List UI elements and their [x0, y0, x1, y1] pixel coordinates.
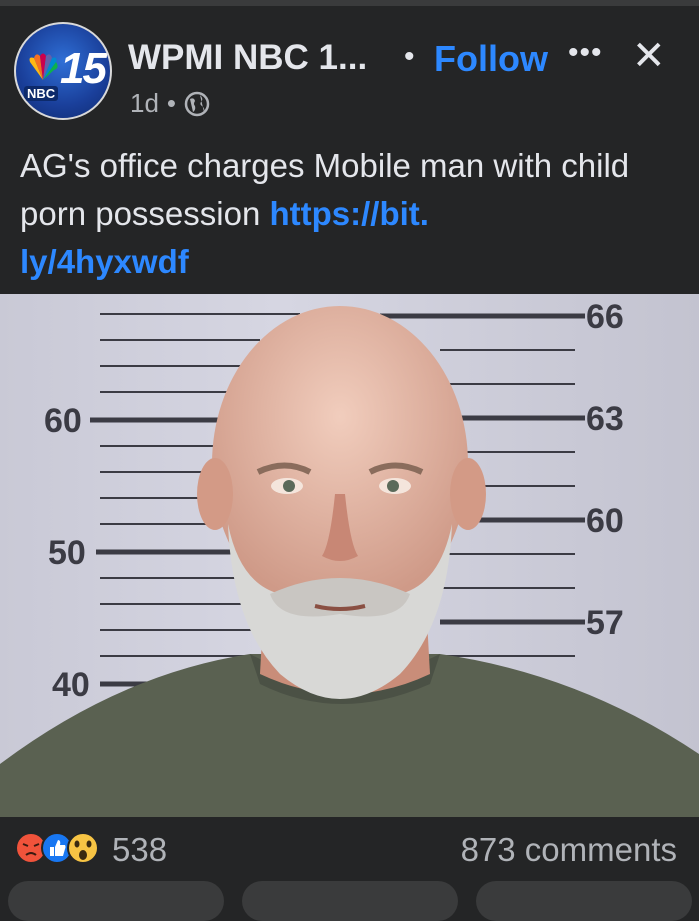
follow-button[interactable]: Follow — [434, 38, 548, 80]
post-time[interactable]: 1d — [130, 88, 159, 119]
scale-left-60: 60 — [44, 402, 82, 440]
reaction-icons[interactable] — [14, 831, 104, 865]
post-photo[interactable]: 60 50 40 66 63 60 57 54 — [0, 294, 699, 817]
meta-separator: • — [166, 88, 177, 118]
scale-right-66: 66 — [586, 298, 624, 336]
scale-left-50: 50 — [48, 534, 86, 572]
post-header: 15 NBC WPMI NBC 1... • Follow ••• ✕ 1d • — [0, 6, 699, 136]
scale-left-40: 40 — [52, 666, 90, 704]
avatar-number: 15 — [60, 44, 107, 93]
avatar-network: NBC — [24, 86, 59, 101]
nbc-peacock-icon — [29, 53, 58, 80]
action-bar — [0, 877, 699, 921]
page-name[interactable]: WPMI NBC 1... — [128, 38, 367, 78]
post-meta: 1d • — [130, 88, 210, 119]
scale-right-57: 57 — [586, 604, 624, 642]
mugshot-image: 60 50 40 66 63 60 57 54 — [0, 298, 699, 817]
scale-right-60: 60 — [586, 502, 624, 540]
globe-icon — [184, 91, 210, 116]
scale-right-63: 63 — [586, 400, 624, 438]
close-icon[interactable]: ✕ — [632, 36, 666, 76]
post-caption: AG's office charges Mobile man with chil… — [20, 142, 660, 286]
wow-reaction-icon — [67, 832, 99, 864]
comments-count[interactable]: 873 comments — [461, 831, 677, 869]
avatar[interactable]: 15 NBC — [14, 22, 112, 120]
like-button[interactable] — [8, 881, 224, 921]
more-icon[interactable]: ••• — [568, 36, 603, 70]
reaction-count[interactable]: 538 — [112, 831, 167, 869]
comment-button[interactable] — [242, 881, 458, 921]
reaction-bar: 538 873 comments — [0, 817, 699, 877]
share-button[interactable] — [476, 881, 692, 921]
name-separator: • — [404, 40, 415, 73]
